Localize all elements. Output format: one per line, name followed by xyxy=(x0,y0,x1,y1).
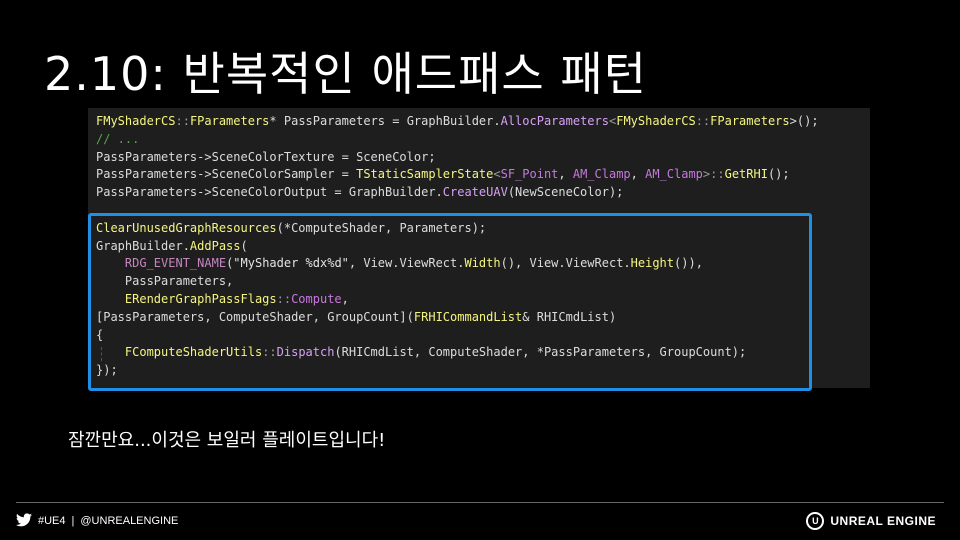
slide-subtitle: 잠깐만요...이것은 보일러 플레이트입니다! xyxy=(68,430,386,451)
code-token: , View.ViewRect. xyxy=(348,256,465,271)
footer-social: #UE4 | @UNREALENGINE xyxy=(16,512,179,531)
code-token: CreateUAV xyxy=(442,185,508,200)
code-line: RDG_EVENT_NAME("MyShader %dx%d", View.Vi… xyxy=(96,255,819,273)
code-token: { xyxy=(96,327,104,342)
code-token: < xyxy=(493,167,501,182)
code-token: PassParameters->SceneColorTexture = Scen… xyxy=(96,149,436,164)
code-token: AM_Clamp xyxy=(645,167,703,182)
code-token: FMyShaderCS xyxy=(616,114,696,128)
code-token: & RHICmdList) xyxy=(522,309,617,324)
code-token: "MyShader %dx%d" xyxy=(233,256,349,271)
code-token: (NewSceneColor); xyxy=(507,185,624,200)
code-token: >(); xyxy=(789,114,819,128)
code-line: ERenderGraphPassFlags::Compute, xyxy=(96,291,819,309)
code-line: FComputeShaderUtils::Dispatch(RHICmdList… xyxy=(96,344,819,362)
code-token: Width xyxy=(464,256,501,271)
code-token: (*ComputeShader, Parameters); xyxy=(276,220,487,235)
code-token: :: xyxy=(276,291,292,306)
code-token: PassParameters, xyxy=(96,274,234,289)
unreal-engine-logo: U xyxy=(806,512,825,530)
code-token: AM_Clamp xyxy=(572,167,631,182)
code-line: PassParameters->SceneColorSampler = TSta… xyxy=(96,166,819,184)
slide-title: 2.10: 반복적인 애드패스 패턴 xyxy=(44,47,647,101)
code-token: :: xyxy=(175,114,190,128)
code-token: * PassParameters = GraphBuilder. xyxy=(269,114,501,128)
code-token: FParameters xyxy=(710,114,790,128)
twitter-bird-icon xyxy=(16,512,32,531)
code-token: AllocParameters xyxy=(500,114,609,128)
code-token: (), View.ViewRect. xyxy=(500,256,631,271)
code-token: FMyShaderCS xyxy=(96,114,176,128)
code-line: // ... xyxy=(96,131,819,149)
code-token: :: xyxy=(695,114,711,128)
code-token: ERenderGraphPassFlags xyxy=(124,291,277,306)
hashtag-text: #UE4 xyxy=(38,515,66,527)
code-token: TStaticSamplerState xyxy=(356,167,494,182)
code-token: , xyxy=(630,167,646,182)
code-token: GraphBuilder. xyxy=(96,238,190,253)
code-line: }); xyxy=(96,362,819,380)
code-token: ClearUnusedGraphResources xyxy=(96,220,277,235)
code-line: PassParameters, xyxy=(96,273,819,291)
code-token: AddPass xyxy=(189,238,241,253)
code-token: (RHICmdList, ComputeShader, *PassParamet… xyxy=(334,345,747,360)
code-line: { xyxy=(96,327,819,345)
code-token: :: xyxy=(262,345,277,360)
twitter-handle: @UNREALENGINE xyxy=(80,515,179,527)
brand-name: UNREAL ENGINE xyxy=(830,514,936,528)
footer-separator: | xyxy=(71,515,75,527)
code-block: FMyShaderCS::FParameters* PassParameters… xyxy=(88,108,870,388)
code-token: ()), xyxy=(674,256,703,271)
code-token: ( xyxy=(240,238,248,253)
footer-divider xyxy=(16,502,944,503)
code-token: , xyxy=(558,167,573,182)
code-token: FComputeShaderUtils xyxy=(124,345,263,360)
code-token: [PassParameters, ComputeShader, GroupCou… xyxy=(96,309,414,324)
code-token: SF_Point xyxy=(500,167,559,182)
code-line: PassParameters->SceneColorTexture = Scen… xyxy=(96,149,819,167)
code-token: FRHICommandList xyxy=(413,309,523,324)
code-token: PassParameters->SceneColorSampler = xyxy=(96,167,357,182)
code-token: , xyxy=(341,291,349,306)
footer-brand: U UNREAL ENGINE xyxy=(806,511,936,531)
code-line: GraphBuilder.AddPass( xyxy=(96,238,819,256)
code-token: RDG_EVENT_NAME xyxy=(124,256,227,271)
code-line: [PassParameters, ComputeShader, GroupCou… xyxy=(96,309,819,327)
code-token: // ... xyxy=(96,131,140,146)
code-line: ClearUnusedGraphResources(*ComputeShader… xyxy=(96,220,819,238)
code-token: Dispatch xyxy=(276,345,335,360)
code-token: PassParameters->SceneColorOutput = Graph… xyxy=(96,185,443,200)
indent-guide xyxy=(101,347,102,361)
code-token: Compute xyxy=(291,291,342,306)
code-line: FMyShaderCS::FParameters* PassParameters… xyxy=(96,113,819,131)
code-token: Height xyxy=(630,256,675,271)
code-line: PassParameters->SceneColorOutput = Graph… xyxy=(96,184,819,202)
code-token: :: xyxy=(710,167,725,182)
code-lines: FMyShaderCS::FParameters* PassParameters… xyxy=(96,113,819,380)
code-token: }); xyxy=(96,363,118,378)
code-token: FParameters xyxy=(189,114,270,128)
code-token: (); xyxy=(767,167,790,182)
code-token: GetRHI xyxy=(724,167,768,182)
